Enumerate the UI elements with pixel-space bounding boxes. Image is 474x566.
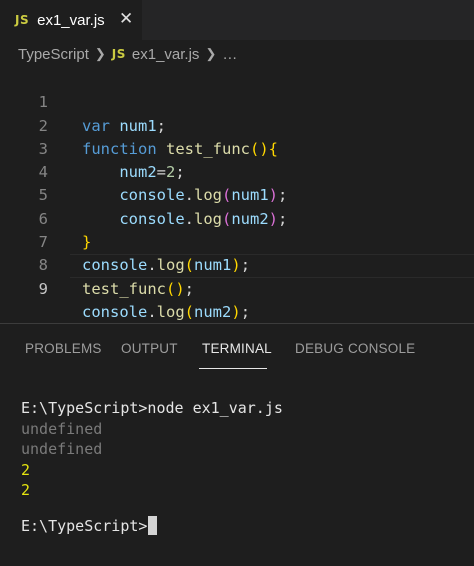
terminal-cursor [148,516,158,535]
terminal-prompt-line[interactable]: E:\TypeScript> [21,516,471,537]
close-icon[interactable]: ✕ [119,9,133,29]
tab-debug-console[interactable]: DEBUG CONSOLE [295,341,415,356]
javascript-file-icon: JS [15,13,30,27]
active-tab-indicator [199,368,267,369]
code-line[interactable]: 1 var num1; [0,68,474,134]
breadcrumb-file[interactable]: ex1_var.js [132,46,200,63]
breadcrumb: TypeScript ❯ JS ex1_var.js ❯ … [0,40,474,68]
code-line[interactable]: 4 console.log(num1); [0,138,474,204]
terminal-command-line: E:\TypeScript>node ex1_var.js [21,399,283,417]
bottom-panel: PROBLEMS OUTPUT TERMINAL DEBUG CONSOLE E… [0,323,474,566]
code-text: console.log(num2); [82,302,251,321]
code-line[interactable]: 3 num2=2; [0,115,474,181]
terminal-output-line: 2 [21,460,31,479]
javascript-file-icon: JS [111,47,126,61]
code-line[interactable]: 8 test_func(); [0,231,474,297]
chevron-right-icon: ❯ [205,46,217,61]
code-line[interactable]: 7 console.log(num1); [0,208,474,274]
tab-problems[interactable]: PROBLEMS [25,341,102,356]
code-line[interactable]: 6 } [0,185,474,251]
breadcrumb-folder[interactable]: TypeScript [18,46,89,63]
line-number: 9 [38,279,48,298]
code-line-current[interactable]: 9 console.log(num2); [0,254,474,321]
tab-output[interactable]: OUTPUT [121,341,178,356]
terminal-output-line: undefined [21,440,103,458]
terminal-prompt: E:\TypeScript> [21,517,148,535]
panel-tabs: PROBLEMS OUTPUT TERMINAL DEBUG CONSOLE [0,324,474,370]
editor-tab-bar: JS ex1_var.js ✕ [0,0,474,40]
code-text: test_func(); [82,279,195,298]
tab-ex1-var-js[interactable]: JS ex1_var.js ✕ [0,0,142,40]
chevron-right-icon: ❯ [94,46,106,61]
terminal-output-line: undefined [21,419,103,438]
breadcrumb-ellipsis[interactable]: … [222,46,237,63]
tab-label: ex1_var.js [37,11,105,29]
code-line[interactable]: 5 console.log(num2); [0,161,474,227]
code-editor[interactable]: 1 var num1; 2 function test_func(){ 3 nu… [0,68,474,323]
code-line[interactable]: 2 function test_func(){ [0,91,474,158]
tab-terminal[interactable]: TERMINAL [202,341,272,356]
terminal-output-line: 2 [21,481,31,499]
